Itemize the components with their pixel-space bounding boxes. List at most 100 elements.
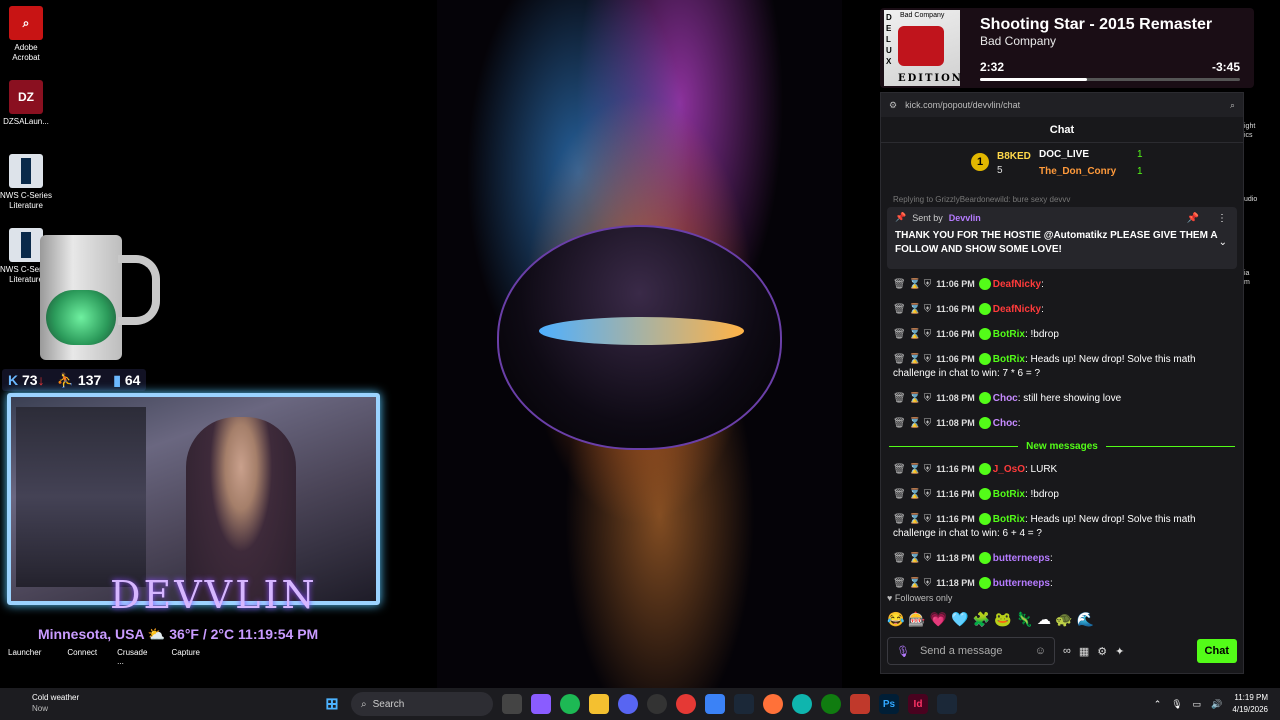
desktop-icon-nws-literature[interactable]: NWS C-Series Literature xyxy=(0,154,52,211)
gift-leaderboard: 1 B8KED 5 DOC_LIVE 1 The_Don_Conry 1 xyxy=(881,143,1243,195)
microphone-icon[interactable]: 🎙 xyxy=(896,645,910,658)
system-clock[interactable]: 11:19 PM 4/19/2026 xyxy=(1232,692,1268,716)
verified-badge xyxy=(978,488,991,501)
unpin-icon[interactable]: 📌 xyxy=(1187,213,1199,224)
app-icon[interactable] xyxy=(850,694,870,714)
message-tools[interactable]: 🗑 ⌛ ⛨ xyxy=(893,464,931,475)
chevron-up-icon[interactable]: ⌃ xyxy=(1154,699,1162,710)
lips-gap xyxy=(539,317,744,345)
message-tools[interactable]: 🗑 ⌛ ⛨ xyxy=(893,578,931,589)
taskbar-search[interactable]: ⌕ Search xyxy=(351,692,493,716)
xbox-icon[interactable] xyxy=(821,694,841,714)
message-tools[interactable]: 🗑 ⌛ ⛨ xyxy=(893,354,931,365)
label-capture[interactable]: Capture xyxy=(172,648,200,666)
copilot-icon[interactable] xyxy=(531,694,551,714)
chat-message: 🗑 ⌛ ⛨ 11:06 PM DeafNicky: xyxy=(889,302,1235,317)
message-tools[interactable]: 🗑 ⌛ ⛨ xyxy=(893,514,931,525)
track-artist: Bad Company xyxy=(980,34,1057,48)
arrow-down-icon: ↓ xyxy=(37,372,45,388)
windows-start-icon[interactable]: ⊞ xyxy=(322,694,342,714)
message-user[interactable]: DeafNicky xyxy=(993,279,1041,290)
address-bar[interactable]: ⚙ kick.com/popout/devvlin/chat ⌕ xyxy=(881,93,1243,117)
message-user[interactable]: J_OsO xyxy=(993,464,1025,475)
label-connect[interactable]: Connect xyxy=(67,648,97,666)
message-user[interactable]: DeafNicky xyxy=(993,304,1041,315)
store-icon[interactable]: ▦ xyxy=(1079,645,1089,658)
leader-first-count: 5 xyxy=(997,165,1003,176)
verified-badge xyxy=(978,303,991,316)
message-tools[interactable]: 🗑 ⌛ ⛨ xyxy=(893,553,931,564)
steam-icon-2[interactable] xyxy=(937,694,957,714)
send-chat-button[interactable]: Chat xyxy=(1196,639,1237,663)
site-settings-icon[interactable]: ⚙ xyxy=(889,100,897,111)
leader-second-count: 1 xyxy=(1137,149,1143,160)
network-icon[interactable]: ▭ xyxy=(1193,699,1202,710)
divider-line xyxy=(1105,446,1235,447)
message-tools[interactable]: 🗑 ⌛ ⛨ xyxy=(893,329,931,340)
extension-icon[interactable]: ✦ xyxy=(1115,645,1124,658)
zoom-icon[interactable]: ⌕ xyxy=(1230,100,1235,111)
label-launcher[interactable]: Launcher xyxy=(8,648,41,666)
weather-title: Cold weather xyxy=(32,693,80,702)
cover-edition: EDITION xyxy=(898,73,963,84)
volume-icon[interactable]: 🔊 xyxy=(1211,699,1222,710)
discord-icon[interactable] xyxy=(618,694,638,714)
message-tools[interactable]: 🗑 ⌛ ⛨ xyxy=(893,418,931,429)
settings-icon[interactable]: ⚙ xyxy=(1097,645,1107,658)
emote-quick-bar[interactable]: 😂🎰💗🩵🧩🐸🦎☁🐢🌊 xyxy=(887,611,1098,628)
message-user[interactable]: Choc xyxy=(993,418,1018,429)
reply-preview: Replying to GrizzlyBeardonewild: bure se… xyxy=(893,195,1071,204)
chrome-icon[interactable] xyxy=(676,694,696,714)
emoji-icon[interactable]: ☺ xyxy=(1035,645,1046,657)
firefox-icon[interactable] xyxy=(763,694,783,714)
message-text: still here showing love xyxy=(1023,393,1122,404)
label-crusade[interactable]: Crusade ... xyxy=(117,648,151,666)
indesign-icon[interactable]: Id xyxy=(908,694,928,714)
store-icon[interactable] xyxy=(705,694,725,714)
message-colon: : xyxy=(1041,279,1044,290)
message-colon: : xyxy=(1017,418,1021,429)
leader-third-user[interactable]: The_Don_Conry xyxy=(1039,166,1116,177)
message-user[interactable]: Choc xyxy=(993,393,1018,404)
search-icon: ⌕ xyxy=(361,698,367,710)
message-tools[interactable]: 🗑 ⌛ ⛨ xyxy=(893,304,931,315)
file-explorer-icon[interactable] xyxy=(589,694,609,714)
message-user[interactable]: BotRix xyxy=(993,354,1025,365)
message-tools[interactable]: 🗑 ⌛ ⛨ xyxy=(893,279,931,290)
desktop-icon-adobe-acrobat[interactable]: ⌕ Adobe Acrobat xyxy=(0,6,52,63)
more-options-icon[interactable]: ⋮ xyxy=(1217,213,1227,224)
pinned-user[interactable]: Devvlin xyxy=(949,213,981,223)
pdf-icon: ⌕ xyxy=(9,6,43,40)
obs-icon[interactable] xyxy=(647,694,667,714)
leader-second-user[interactable]: DOC_LIVE xyxy=(1039,149,1089,160)
desktop-icon-dzsa[interactable]: DZ DZSALaun... xyxy=(0,80,52,127)
dice-image xyxy=(898,26,944,66)
weather-widget[interactable]: Cold weather Now xyxy=(12,692,79,714)
rank-badge: 1 xyxy=(971,153,989,171)
steam-icon[interactable] xyxy=(734,694,754,714)
message-tools[interactable]: 🗑 ⌛ ⛨ xyxy=(893,489,931,500)
message-user[interactable]: butterneeps xyxy=(993,553,1050,564)
chat-message: 🗑 ⌛ ⛨ 11:06 PM BotRix: !bdrop xyxy=(889,327,1235,342)
kick-icon: K xyxy=(8,372,22,388)
message-colon: : xyxy=(1049,578,1053,589)
spotify-icon[interactable] xyxy=(560,694,580,714)
link-icon[interactable]: ∞ xyxy=(1063,645,1071,657)
message-user[interactable]: BotRix xyxy=(993,329,1025,340)
leader-first-user[interactable]: B8KED xyxy=(997,151,1031,162)
new-messages: 🗑 ⌛ ⛨ 11:16 PM J_OsO: LURK 🗑 ⌛ ⛨ 11:16 PM Bot… xyxy=(889,462,1235,591)
location-weather: Minnesota, USA ⛅ 36°F / 2°C 11:19:54 PM xyxy=(38,626,319,642)
message-tools[interactable]: 🗑 ⌛ ⛨ xyxy=(893,393,931,404)
chevron-down-icon[interactable]: ⌄ xyxy=(1219,237,1227,248)
photoshop-icon[interactable]: Ps xyxy=(879,694,899,714)
address-url[interactable]: kick.com/popout/devvlin/chat xyxy=(905,100,1222,110)
message-user[interactable]: BotRix xyxy=(993,514,1025,525)
message-time: 11:18 PM xyxy=(936,553,975,563)
edge-icon[interactable] xyxy=(792,694,812,714)
message-user[interactable]: BotRix xyxy=(993,489,1025,500)
message-user[interactable]: butterneeps xyxy=(993,578,1050,589)
chat-input[interactable]: 🎙 Send a message ☺ xyxy=(887,637,1055,665)
task-view-icon[interactable] xyxy=(502,694,522,714)
microphone-icon[interactable]: 🎙 xyxy=(1171,699,1182,710)
pinned-label: Sent by xyxy=(912,212,943,223)
